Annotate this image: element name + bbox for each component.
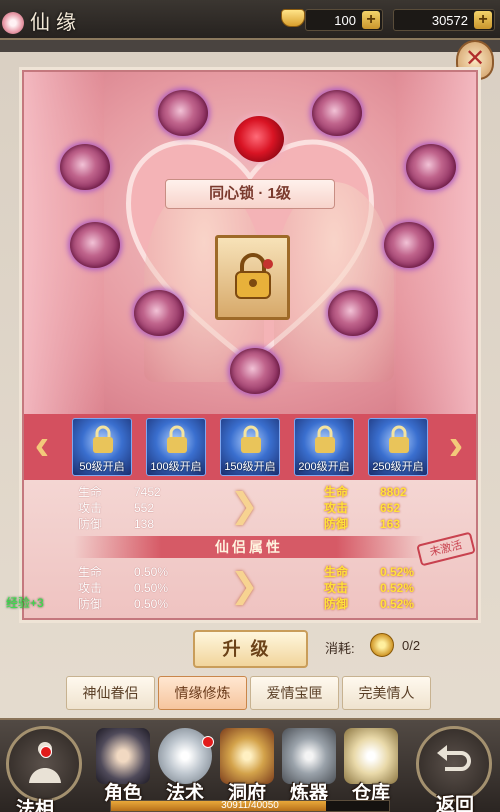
unlock-slot-label: 50级开启 xyxy=(79,461,125,473)
unlock-slot[interactable]: 50级开启 xyxy=(72,418,132,476)
current-defense-row: 防御 138 xyxy=(78,517,155,531)
padlock-icon xyxy=(389,425,409,453)
rose-token-icon xyxy=(370,633,394,657)
upgrade-arrow-icon: ❯ xyxy=(230,567,259,605)
golden-lock-icon xyxy=(235,253,273,299)
window-tab-strip xyxy=(0,40,500,52)
rose-icon[interactable] xyxy=(60,144,110,190)
companion-attribute-title: 仙侣属性 xyxy=(215,539,283,555)
rose-icon[interactable] xyxy=(406,144,456,190)
padlock-icon xyxy=(241,425,261,453)
current-attack-bonus-row: 攻击 0.50% xyxy=(78,581,169,595)
rose-icon[interactable] xyxy=(70,222,120,268)
rose-icon[interactable] xyxy=(230,348,280,394)
unlock-slot-label: 150级开启 xyxy=(224,461,276,473)
tab-perfect-lover[interactable]: 完美情人 xyxy=(342,676,431,710)
next-defense-bonus-row: 防御 0.52% xyxy=(324,597,415,611)
upgrade-button[interactable]: 升级 xyxy=(193,630,308,668)
exp-gain-float-text: 经验+3 xyxy=(6,596,44,610)
rose-icon[interactable] xyxy=(384,222,434,268)
cost-label: 消耗: xyxy=(325,641,355,656)
current-hp-bonus-row: 生命 0.50% xyxy=(78,565,169,579)
add-gold-ingot-button[interactable]: + xyxy=(362,11,380,29)
chevron-left-icon[interactable]: ‹ xyxy=(28,422,56,472)
current-hp-row: 生命 7452 xyxy=(78,485,161,499)
gold-ingot-counter: 100 + xyxy=(305,9,383,31)
chevron-right-icon[interactable]: › xyxy=(442,422,470,472)
unlock-slot[interactable]: 150级开启 xyxy=(220,418,280,476)
inactive-stamp: 未激活 xyxy=(416,531,476,567)
nav-spells[interactable]: 法术 xyxy=(150,720,220,812)
rose-icon[interactable] xyxy=(312,90,362,136)
page-title: 仙缘 xyxy=(30,10,82,34)
unlock-slot-bar: ‹ 50级开启 100级开启 150级开启 200级开启 250级开启 › xyxy=(24,414,476,480)
nav-return[interactable]: 返回 xyxy=(420,720,490,812)
game-screen: 仙缘 100 + 30572 + ✕ 同心锁 · 1级 ‹ 50级开启 100级… xyxy=(0,0,500,812)
companion-attribute-header: 仙侣属性 xyxy=(74,536,424,558)
cave-mansion-icon xyxy=(220,728,274,784)
experience-bar: 30911/40050 xyxy=(110,800,390,812)
tab-love-treasure-box[interactable]: 爱情宝匣 xyxy=(250,676,339,710)
coin-counter: 30572 + xyxy=(393,9,495,31)
nav-label: 法相 xyxy=(15,799,54,812)
love-lock-panel: 同心锁 · 1级 ‹ 50级开启 100级开启 150级开启 200级开启 25… xyxy=(22,70,478,620)
lock-level-title: 同心锁 · 1级 xyxy=(165,179,335,209)
padlock-icon xyxy=(315,425,335,453)
bottom-nav: 法相 角色 法术 洞府 炼器 仓库 返回 xyxy=(0,718,500,812)
sub-tab-row: 神仙眷侣 情缘修炼 爱情宝匣 完美情人 xyxy=(66,676,442,712)
plum-blossom-icon xyxy=(2,12,24,34)
padlock-icon xyxy=(93,425,113,453)
unlock-slot-label: 250级开启 xyxy=(372,461,424,473)
rose-icon[interactable] xyxy=(328,290,378,336)
nav-cave-mansion[interactable]: 洞府 xyxy=(212,720,282,812)
coin-value: 30572 xyxy=(431,13,468,28)
hero-portrait-icon xyxy=(96,728,150,784)
attribute-panel: 生命 7452 攻击 552 防御 138 ❯ 生命 8802 攻击 652 防御 163 … xyxy=(24,480,476,618)
gold-ingot-icon xyxy=(281,9,305,27)
next-attack-bonus-row: 攻击 0.52% xyxy=(324,581,415,595)
add-coin-button[interactable]: + xyxy=(474,11,492,29)
top-bar: 仙缘 100 + 30572 + xyxy=(0,0,500,40)
rose-icon[interactable] xyxy=(134,290,184,336)
unlock-slot-label: 100级开启 xyxy=(150,461,202,473)
unlock-slot-label: 200级开启 xyxy=(298,461,350,473)
nav-dharma-form[interactable]: 法相 xyxy=(0,720,70,812)
treasure-bag-icon xyxy=(344,728,398,784)
groom-illustration xyxy=(274,182,394,382)
tab-immortal-couple[interactable]: 神仙眷侣 xyxy=(66,676,155,710)
nav-forge[interactable]: 炼器 xyxy=(274,720,344,812)
gold-ingot-value: 100 xyxy=(334,13,356,28)
rose-icon[interactable] xyxy=(158,90,208,136)
next-defense-row: 防御 163 xyxy=(324,517,401,531)
upgrade-arrow-icon: ❯ xyxy=(230,487,259,525)
unlock-slot[interactable]: 100级开启 xyxy=(146,418,206,476)
next-hp-bonus-row: 生命 0.52% xyxy=(324,565,415,579)
cost-value: 0/2 xyxy=(402,638,421,653)
experience-text: 30911/40050 xyxy=(221,800,279,811)
current-defense-bonus-row: 防御 0.50% xyxy=(78,597,169,611)
unlock-slot[interactable]: 200级开启 xyxy=(294,418,354,476)
next-attack-row: 攻击 652 xyxy=(324,501,401,515)
current-attack-row: 攻击 552 xyxy=(78,501,155,515)
nav-character[interactable]: 角色 xyxy=(88,720,158,812)
concentric-lock-item[interactable] xyxy=(215,235,290,320)
padlock-icon xyxy=(167,425,187,453)
tab-love-training[interactable]: 情缘修炼 xyxy=(158,676,247,710)
love-lock-stage: 同心锁 · 1级 xyxy=(24,72,476,414)
next-hp-row: 生命 8802 xyxy=(324,485,407,499)
unlock-slot[interactable]: 250级开启 xyxy=(368,418,428,476)
forge-hammer-icon xyxy=(282,728,336,784)
nav-warehouse[interactable]: 仓库 xyxy=(336,720,406,812)
nav-label: 返回 xyxy=(435,795,474,812)
rose-icon-active[interactable] xyxy=(234,116,284,162)
